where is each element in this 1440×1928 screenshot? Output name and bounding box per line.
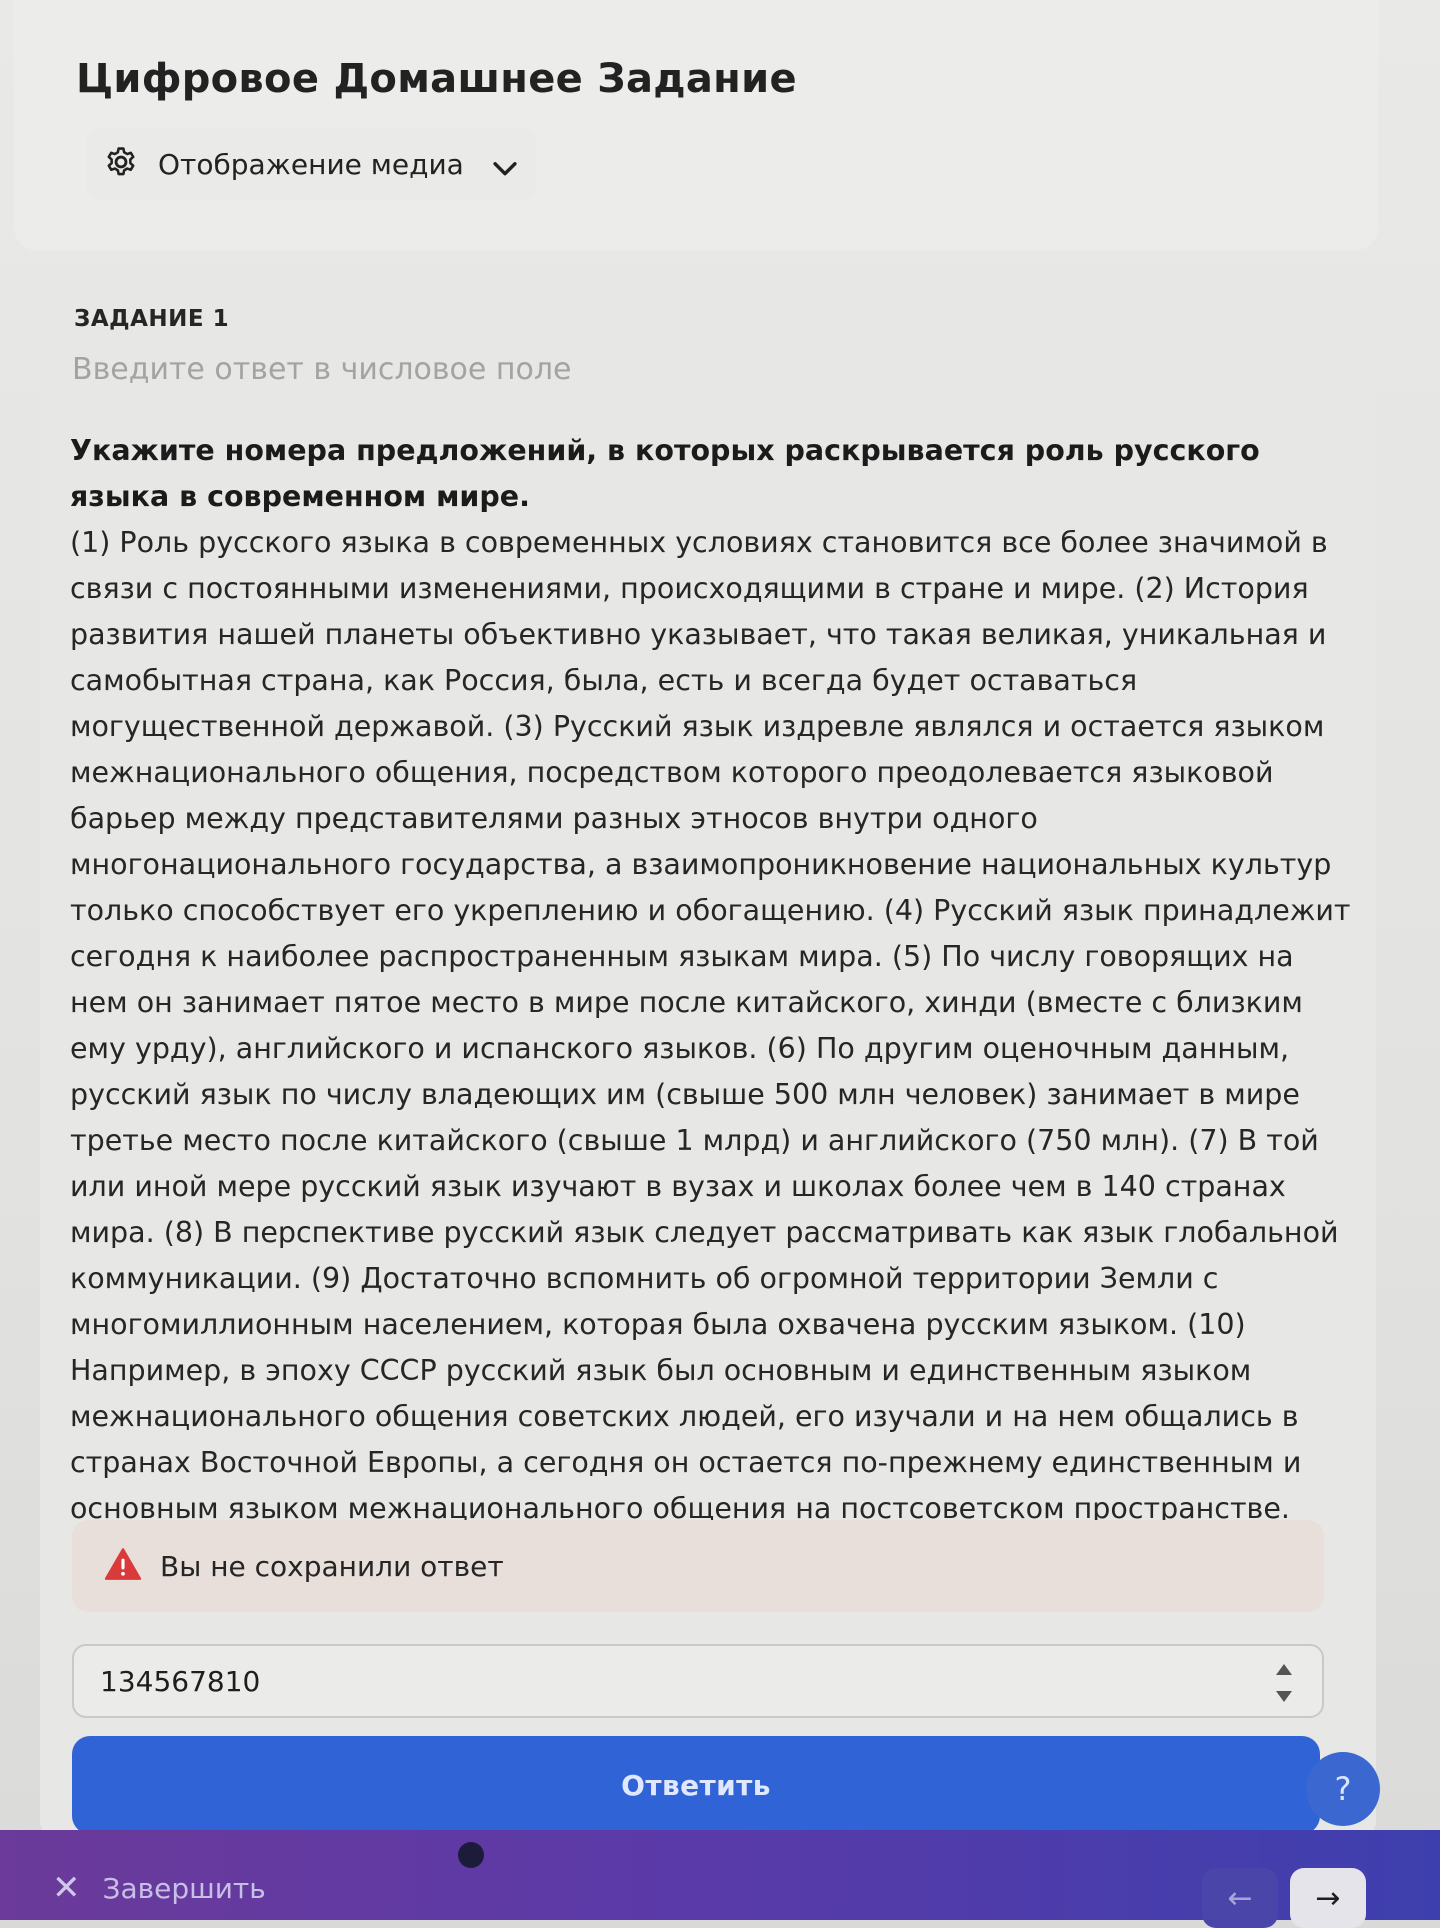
page: Цифровое Домашнее Задание Отображение ме… — [0, 0, 1440, 1928]
help-button[interactable]: ? — [1306, 1752, 1380, 1826]
arrow-left-icon: ← — [1227, 1880, 1253, 1916]
answer-input[interactable] — [100, 1664, 1250, 1698]
gear-icon — [104, 145, 138, 183]
stepper-down-icon[interactable] — [1276, 1691, 1292, 1702]
media-display-label: Отображение медиа — [158, 147, 464, 181]
unsaved-warning: Вы не сохранили ответ — [72, 1520, 1324, 1612]
answer-number-field[interactable] — [72, 1644, 1324, 1718]
task-number: ЗАДАНИЕ 1 — [74, 306, 230, 332]
header — [14, 0, 1378, 250]
arrow-right-icon: → — [1315, 1880, 1341, 1916]
previous-task-button[interactable]: ← — [1202, 1868, 1278, 1928]
task-hint: Введите ответ в числовое поле — [72, 352, 572, 387]
page-title: Цифровое Домашнее Задание — [76, 56, 797, 102]
media-display-dropdown[interactable]: Отображение медиа — [86, 128, 536, 200]
warning-text: Вы не сохранили ответ — [160, 1549, 504, 1583]
number-stepper[interactable] — [1274, 1664, 1294, 1702]
warning-icon — [104, 1547, 142, 1585]
chevron-down-icon — [488, 151, 517, 177]
finish-label: Завершить — [102, 1871, 266, 1905]
close-icon: ✕ — [52, 1868, 81, 1908]
task-text: (1) Роль русского языка в современных ус… — [70, 526, 1351, 1525]
camera-dot — [458, 1842, 484, 1868]
task-body: Укажите номера предложений, в которых ра… — [70, 428, 1360, 1532]
finish-button[interactable]: ✕ Завершить — [52, 1868, 266, 1908]
stepper-up-icon[interactable] — [1276, 1664, 1292, 1675]
submit-answer-button[interactable]: Ответить — [72, 1736, 1320, 1834]
next-task-button[interactable]: → — [1290, 1868, 1366, 1928]
task-question: Укажите номера предложений, в которых ра… — [70, 434, 1260, 513]
